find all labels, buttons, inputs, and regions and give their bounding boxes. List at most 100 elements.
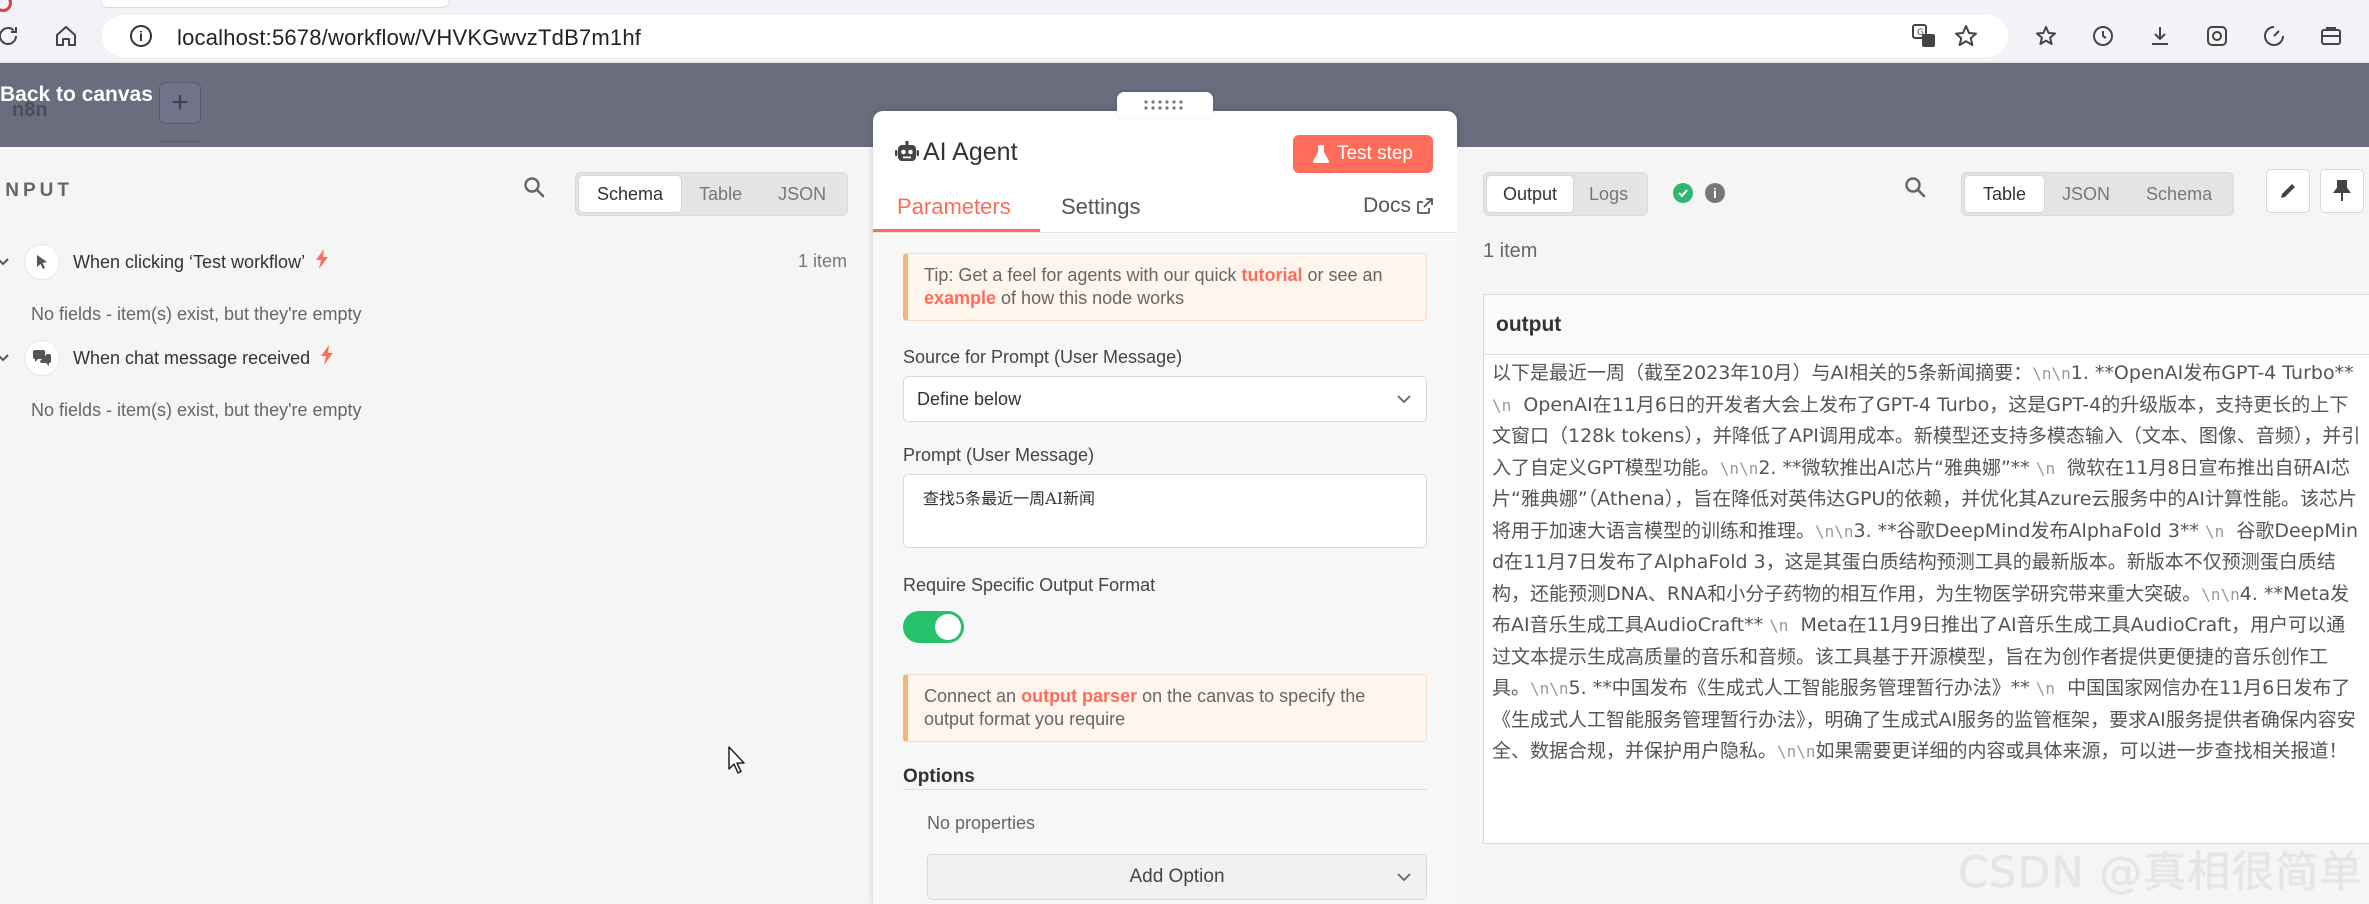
trigger-row-manual[interactable]: When clicking ‘Test workflow’ xyxy=(0,244,329,280)
output-view-table[interactable]: Table xyxy=(1965,176,2045,212)
output-text: 5. **中国发布《生成式人工智能服务管理暂行办法》** xyxy=(1568,677,2036,699)
robot-icon xyxy=(895,141,919,161)
input-panel-title: INPUT xyxy=(0,180,73,201)
input-view-schema[interactable]: Schema xyxy=(579,176,682,212)
input-view-switcher: Schema Table JSON xyxy=(575,172,849,216)
bookmark-star-icon[interactable] xyxy=(1952,22,1980,50)
trigger-name: When chat message received xyxy=(73,347,311,368)
test-step-button[interactable]: Test step xyxy=(1292,135,1433,173)
tab-logs[interactable]: Logs xyxy=(1573,176,1644,212)
watermark: CSDN @真相很简单 xyxy=(1958,848,2364,898)
newline-escape: \n xyxy=(1769,616,1789,635)
newline-escape: \n\n xyxy=(1530,679,1569,698)
svg-text:G: G xyxy=(1917,28,1924,38)
source-select[interactable]: Define below xyxy=(903,376,1427,422)
prompt-input[interactable] xyxy=(903,474,1427,548)
options-title: Options xyxy=(903,766,975,787)
tab-parameters[interactable]: Parameters xyxy=(897,194,1011,220)
pin-output-button[interactable] xyxy=(2320,169,2364,213)
add-option-label: Add Option xyxy=(1129,866,1225,887)
reload-icon[interactable] xyxy=(0,22,22,50)
output-panel: Output Logs i Table JSON Schema 1 item o… xyxy=(1457,147,2369,904)
trigger-item-count: 1 item xyxy=(797,251,847,271)
source-label: Source for Prompt (User Message) xyxy=(903,347,1183,367)
empty-fields-message: No fields - item(s) exist, but they're e… xyxy=(31,400,362,420)
newline-escape: \n\n xyxy=(1777,742,1816,761)
parser-notice: Connect an output parser on the canvas t… xyxy=(903,674,1427,742)
translate-icon[interactable]: G xyxy=(1910,22,1938,50)
tip-text: of how this node works xyxy=(996,288,1185,308)
add-node-button[interactable]: + xyxy=(159,82,201,124)
tip-text: or see an xyxy=(1302,265,1383,285)
require-format-label: Require Specific Output Format xyxy=(903,575,1156,595)
newline-escape: \n\n xyxy=(1719,458,1759,478)
output-text: 1. **OpenAI发布GPT-4 Turbo** xyxy=(2070,362,2360,384)
input-panel: INPUT Schema Table JSON When clicking ‘T… xyxy=(0,147,873,904)
output-parser-link[interactable]: output parser xyxy=(1021,686,1137,706)
tutorial-link[interactable]: tutorial xyxy=(1242,265,1303,285)
input-view-json[interactable]: JSON xyxy=(760,176,844,212)
output-view-json[interactable]: JSON xyxy=(2044,176,2128,212)
output-cell[interactable]: 以下是最近一周（截至2023年10月）与AI相关的5条新闻摘要：\n\n1. *… xyxy=(1484,355,2369,768)
newline-escape: \n xyxy=(2035,679,2056,698)
tip-notice: Tip: Get a feel for agents with our quic… xyxy=(903,253,1427,321)
screenshot-icon[interactable] xyxy=(2203,22,2231,50)
newline-escape: \n xyxy=(1492,395,1512,415)
back-to-canvas-link[interactable]: Back to canvas xyxy=(0,83,153,107)
trigger-row-chat[interactable]: When chat message received xyxy=(0,340,334,376)
site-info-icon[interactable]: i xyxy=(130,25,152,47)
home-icon[interactable] xyxy=(52,22,80,50)
pin-icon xyxy=(2333,180,2351,201)
add-option-button[interactable]: Add Option xyxy=(927,854,1427,900)
browser-tab[interactable] xyxy=(100,0,450,8)
output-text: 3. **谷歌DeepMind发布AlphaFold 3** xyxy=(1853,519,2205,542)
require-format-toggle[interactable] xyxy=(903,611,964,643)
drag-handle[interactable] xyxy=(1117,92,1213,118)
prompt-label: Prompt (User Message) xyxy=(903,445,1095,465)
no-properties-text: No properties xyxy=(927,813,1036,833)
output-column-header: output xyxy=(1484,295,2369,355)
input-view-table[interactable]: Table xyxy=(681,176,760,212)
search-icon[interactable] xyxy=(522,175,548,201)
flask-icon xyxy=(1313,145,1329,163)
lightning-icon xyxy=(320,345,334,371)
chat-bubbles-icon xyxy=(25,341,59,375)
output-view-schema[interactable]: Schema xyxy=(2128,176,2230,212)
browser-logo-icon xyxy=(0,0,12,12)
parameters-area: Tip: Get a feel for agents with our quic… xyxy=(873,234,1457,904)
edit-output-button[interactable] xyxy=(2266,169,2310,213)
history-icon[interactable] xyxy=(2089,22,2117,50)
source-select-value: Define below xyxy=(917,389,1022,409)
search-icon[interactable] xyxy=(1903,175,1929,201)
active-tab-indicator xyxy=(873,229,1040,232)
url-text: localhost:5678/workflow/VHVKGwvzTdB7m1hf xyxy=(177,25,642,50)
docs-link[interactable]: Docs xyxy=(1363,194,1433,218)
toggle-knob xyxy=(935,614,961,640)
newline-escape: \n\n xyxy=(1815,521,1854,541)
tab-settings[interactable]: Settings xyxy=(1061,194,1141,220)
address-bar[interactable]: i localhost:5678/workflow/VHVKGwvzTdB7m1… xyxy=(102,15,2008,57)
node-title[interactable]: AI Agent xyxy=(923,138,1018,167)
parser-notice-text: Connect an xyxy=(924,686,1022,706)
favorites-icon[interactable] xyxy=(2032,22,2060,50)
node-tabs: Parameters Settings Docs xyxy=(873,186,1457,233)
newline-escape: \n xyxy=(2035,458,2056,478)
tab-output[interactable]: Output xyxy=(1487,176,1574,212)
browser-toolbar: i localhost:5678/workflow/VHVKGwvzTdB7m1… xyxy=(0,0,2369,63)
download-icon[interactable] xyxy=(2146,22,2174,50)
test-step-label: Test step xyxy=(1336,143,1413,164)
output-table: output 以下是最近一周（截至2023年10月）与AI相关的5条新闻摘要：\… xyxy=(1483,294,2369,844)
lightning-icon xyxy=(315,249,329,275)
output-item-count: 1 item xyxy=(1483,240,1538,262)
mouse-pointer-icon xyxy=(25,245,59,279)
tip-text: Tip: Get a feel for agents with our quic… xyxy=(924,265,1242,285)
chevron-down-icon xyxy=(0,354,9,362)
newline-escape: \n\n xyxy=(2201,584,2240,604)
mouse-cursor-icon xyxy=(728,746,745,774)
chevron-down-icon xyxy=(1397,395,1411,404)
performance-icon[interactable] xyxy=(2260,22,2288,50)
example-link[interactable]: example xyxy=(924,288,996,308)
output-text: 如果需要更详细的内容或具体来源，可以进一步查找相关报道！ xyxy=(1815,740,2348,762)
info-icon[interactable]: i xyxy=(1705,183,1725,203)
wallet-icon[interactable] xyxy=(2317,22,2345,50)
